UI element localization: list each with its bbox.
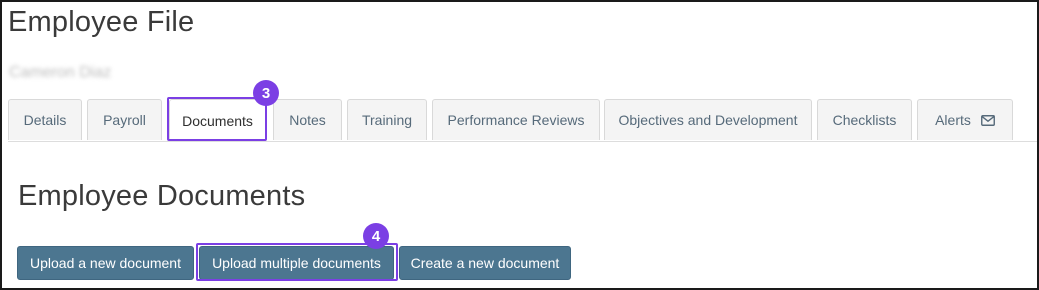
page-title: Employee File [8, 6, 195, 38]
tab-training[interactable]: Training [347, 99, 427, 140]
tab-label: Alerts [935, 112, 971, 128]
button-label: Upload multiple documents [212, 255, 381, 271]
employee-file-window: Employee File Cameron Diaz Details Payro… [0, 0, 1039, 290]
tab-alerts[interactable]: Alerts [917, 99, 1013, 140]
tab-details[interactable]: Details [8, 99, 82, 140]
employee-name: Cameron Diaz [9, 64, 112, 81]
tab-documents[interactable]: Documents [169, 99, 266, 141]
section-title: Employee Documents [18, 180, 306, 212]
step-3-badge: 3 [253, 80, 279, 106]
step-4-badge: 4 [363, 223, 389, 249]
create-new-document-button[interactable]: Create a new document [399, 246, 571, 280]
tab-label: Notes [289, 112, 326, 128]
button-label: Create a new document [410, 255, 560, 271]
tab-notes[interactable]: Notes [273, 99, 342, 140]
tab-label: Payroll [103, 112, 146, 128]
tab-checklists[interactable]: Checklists [817, 99, 912, 140]
upload-new-document-button[interactable]: Upload a new document [17, 246, 194, 280]
tab-payroll[interactable]: Payroll [87, 99, 162, 140]
button-label: Upload a new document [30, 255, 181, 271]
tab-label: Training [361, 112, 413, 128]
tab-performance-reviews[interactable]: Performance Reviews [432, 99, 600, 140]
tab-label: Documents [182, 112, 253, 129]
tab-label: Details [23, 112, 67, 128]
upload-multiple-documents-button[interactable]: Upload multiple documents [199, 246, 394, 280]
tab-label: Objectives and Development [618, 112, 798, 128]
tab-label: Performance Reviews [447, 112, 585, 128]
envelope-icon [980, 114, 995, 126]
tab-objectives-and-development[interactable]: Objectives and Development [604, 99, 812, 140]
tab-label: Checklists [832, 112, 897, 128]
tab-bar: Details Payroll Documents Notes Training… [8, 99, 1037, 142]
